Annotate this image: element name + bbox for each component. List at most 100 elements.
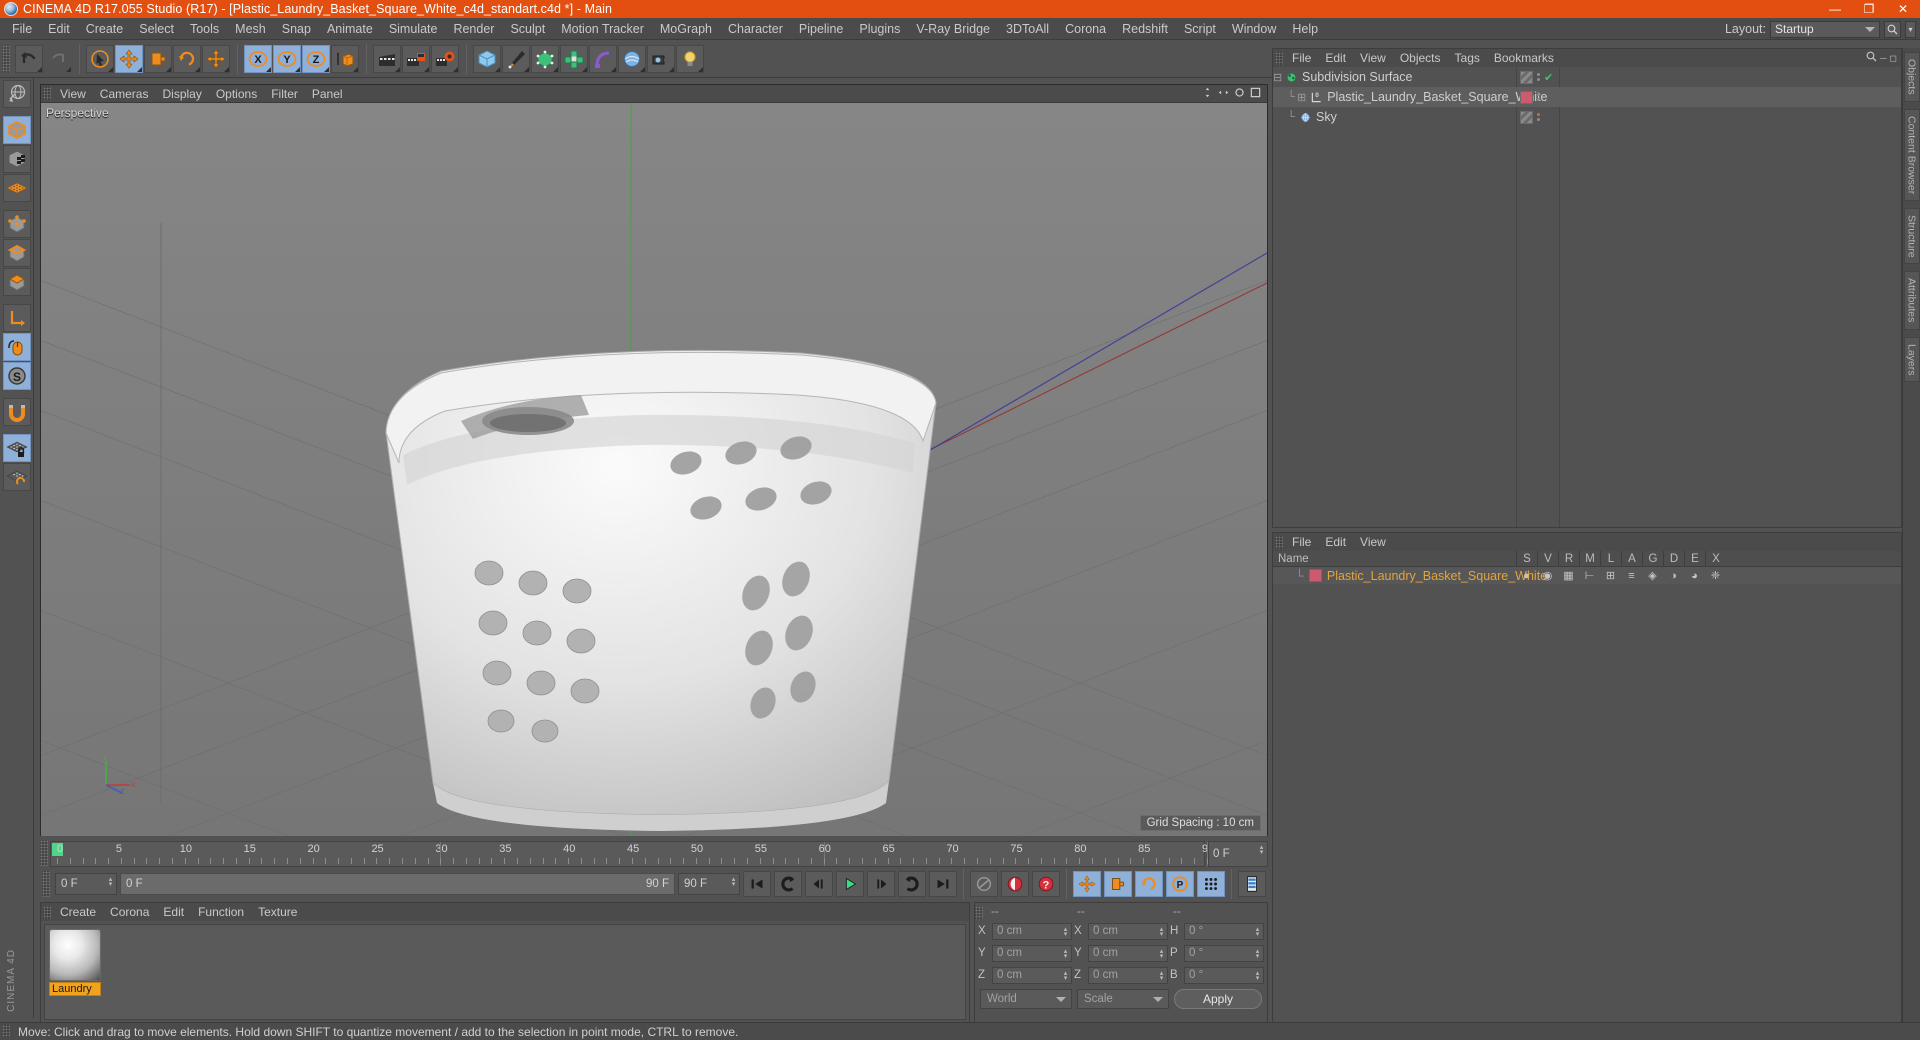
object-menu-tags[interactable]: Tags (1448, 50, 1487, 66)
menu-corona[interactable]: Corona (1057, 20, 1114, 38)
unlock-icon[interactable]: ⊞ (1600, 569, 1621, 582)
render-to-picture-viewer-button[interactable] (402, 44, 430, 73)
live-selection-tool[interactable] (86, 44, 114, 73)
collapse-icon[interactable]: ▾ (1905, 20, 1916, 38)
menu-tools[interactable]: Tools (182, 20, 227, 38)
position-key-button[interactable] (1073, 871, 1101, 897)
tab-layers[interactable]: Layers (1903, 336, 1920, 383)
workplane-mode-button[interactable] (2, 174, 31, 202)
add-spline-button[interactable] (502, 44, 530, 73)
render-view-button[interactable] (373, 44, 401, 73)
tree-expander-icon[interactable]: └ (1273, 111, 1295, 123)
menu-pipeline[interactable]: Pipeline (791, 20, 851, 38)
record-active-objects-button[interactable] (970, 871, 998, 897)
rotation-key-button[interactable] (1135, 871, 1163, 897)
minimize-button[interactable]: — (1818, 0, 1852, 18)
start-frame-field[interactable]: 0 F ▴ ▾ (55, 873, 117, 895)
soft-selection-button[interactable]: S (2, 362, 31, 390)
x-axis-lock[interactable]: X (244, 44, 272, 73)
spinner-icon[interactable]: ▴ ▾ (1254, 970, 1261, 982)
panel-grip[interactable] (975, 905, 983, 919)
size-z-field[interactable]: 0 cm ▴ ▾ (1088, 966, 1168, 984)
column-header-s[interactable]: S (1516, 551, 1537, 567)
scale-view-icon[interactable] (1217, 86, 1230, 102)
play-button[interactable] (836, 871, 864, 897)
edge-mode-button[interactable] (2, 239, 31, 267)
spinner-icon[interactable]: ▴ ▾ (1062, 970, 1069, 982)
object-menu-file[interactable]: File (1285, 50, 1318, 66)
menu-3dtoall[interactable]: 3DToAll (998, 20, 1057, 38)
tag-dot-icon[interactable]: ● (1516, 570, 1537, 582)
menu-select[interactable]: Select (131, 20, 182, 38)
snap-magnet-button[interactable] (2, 398, 31, 426)
preview-range-slider[interactable]: 0 F 90 F (120, 873, 675, 895)
autokeying-button[interactable] (1001, 871, 1029, 897)
y-axis-lock[interactable]: Y (273, 44, 301, 73)
material-manager-body[interactable]: Laundry (44, 924, 966, 1020)
tree-expander-icon[interactable]: ⊟ (1273, 71, 1282, 84)
material-list-row[interactable]: └ Plastic_Laundry_Basket_Square_White ● ◉… (1273, 567, 1901, 584)
visibility-dots-icon[interactable] (1537, 73, 1540, 81)
tab-objects[interactable]: Objects (1903, 52, 1920, 102)
redo-button[interactable] (44, 44, 72, 73)
minimize-icon[interactable]: ─ (1880, 53, 1886, 63)
rotate-view-icon[interactable] (1233, 86, 1246, 102)
layout-dropdown[interactable]: Startup (1770, 20, 1880, 38)
perspective-viewport[interactable]: Perspective Y X Z Grid Spacing: 10 cm (41, 103, 1267, 836)
object-name[interactable]: Subdivision Surface (1302, 70, 1412, 84)
menu-file[interactable]: File (4, 20, 40, 38)
visibility-dots-icon[interactable] (1537, 113, 1540, 121)
material-name[interactable]: Laundry (49, 982, 101, 996)
panel-grip[interactable] (42, 871, 50, 897)
material-menu-texture[interactable]: Texture (251, 904, 304, 920)
menu-script[interactable]: Script (1176, 20, 1224, 38)
spinner-icon[interactable]: ▴ ▾ (107, 876, 114, 888)
axis-modification-button[interactable] (2, 304, 31, 332)
tree-expander-icon[interactable]: └ (1273, 91, 1295, 103)
menu-simulate[interactable]: Simulate (381, 20, 446, 38)
menu-v-ray-bridge[interactable]: V-Ray Bridge (908, 20, 998, 38)
move-alt-tool[interactable] (202, 44, 230, 73)
object-name[interactable]: Plastic_Laundry_Basket_Square_White (1327, 90, 1547, 104)
panel-grip[interactable] (43, 87, 51, 100)
maximize-view-icon[interactable] (1249, 86, 1262, 102)
maximize-button[interactable]: ❐ (1852, 0, 1886, 18)
column-header-l[interactable]: L (1600, 551, 1621, 567)
object-menu-objects[interactable]: Objects (1393, 50, 1448, 66)
planar-workplane-button[interactable] (2, 463, 31, 491)
add-light-button[interactable] (676, 44, 704, 73)
spinner-icon[interactable]: ▴ ▾ (1158, 970, 1165, 982)
end-frame-field[interactable]: 90 F ▴ ▾ (678, 873, 740, 895)
world-object-coordinate-toggle[interactable] (331, 44, 359, 73)
undo-view-button[interactable] (2, 80, 31, 108)
panel-grip[interactable] (40, 840, 48, 866)
column-header-e[interactable]: E (1684, 551, 1705, 567)
maximize-icon[interactable]: ◻ (1890, 53, 1897, 64)
texture-mode-button[interactable] (2, 145, 31, 173)
menu-window[interactable]: Window (1224, 20, 1284, 38)
object-menu-bookmarks[interactable]: Bookmarks (1487, 50, 1561, 66)
object-row[interactable]: ⊟ Subdivision Surface ✔ (1273, 67, 1901, 87)
spinner-icon[interactable]: ▴ ▾ (1258, 844, 1265, 856)
menu-help[interactable]: Help (1284, 20, 1326, 38)
add-environment-button[interactable] (618, 44, 646, 73)
next-key-button[interactable] (898, 871, 926, 897)
visibility-dots-icon[interactable] (1537, 93, 1540, 101)
coordinate-mode-dropdown[interactable]: Scale (1077, 989, 1169, 1009)
column-header-g[interactable]: G (1642, 551, 1663, 567)
eye-icon[interactable]: ◉ (1537, 569, 1558, 582)
step-back-button[interactable] (805, 871, 833, 897)
model-mode-button[interactable] (2, 116, 31, 144)
polygon-mode-button[interactable] (2, 268, 31, 296)
spinner-icon[interactable]: ▴ ▾ (730, 876, 737, 888)
panel-grip[interactable] (1275, 535, 1283, 549)
point-mode-button[interactable] (2, 210, 31, 238)
object-menu-edit[interactable]: Edit (1318, 50, 1353, 66)
undo-button[interactable] (15, 44, 43, 73)
coordinate-system-dropdown[interactable]: World (980, 989, 1072, 1009)
add-deformer-button[interactable] (589, 44, 617, 73)
add-camera-button[interactable] (647, 44, 675, 73)
enabled-check-icon[interactable]: ✔ (1544, 71, 1553, 84)
viewport-menu-cameras[interactable]: Cameras (93, 86, 156, 102)
panel-grip[interactable] (43, 905, 51, 919)
